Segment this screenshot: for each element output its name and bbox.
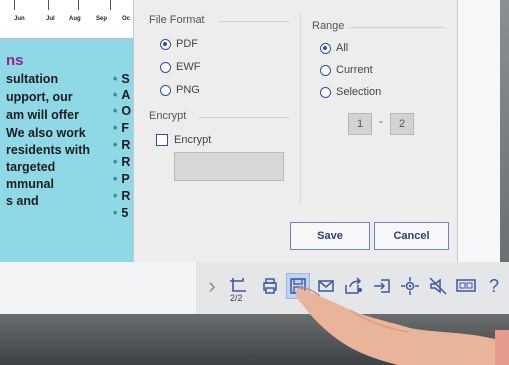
format-option-label: PDF (176, 38, 198, 50)
month-label: Aug (69, 16, 81, 22)
document-heading: ns (6, 52, 24, 69)
radio-icon (320, 64, 331, 76)
format-option-png[interactable]: PNG (160, 84, 200, 96)
radio-icon (320, 86, 331, 98)
checkbox-icon (156, 134, 168, 146)
file-format-title: File Format (149, 14, 205, 26)
range-option-label: Selection (336, 86, 382, 98)
radio-selected-icon (320, 42, 331, 54)
document-line: s and (6, 194, 39, 208)
month-label: Sep (96, 16, 108, 22)
divider (349, 27, 444, 28)
password-field[interactable] (174, 152, 284, 181)
range-from-field[interactable]: 1 (348, 113, 372, 135)
radio-icon (160, 84, 171, 96)
save-dialog: File Format PDF EWF PNG Encrypt Encrypt … (133, 0, 458, 263)
divider (219, 21, 289, 22)
page-counter: 2/2 (230, 293, 243, 303)
bullet-item: • R (113, 189, 131, 203)
bullet-item: • 5 (113, 206, 129, 220)
encrypt-label: Encrypt (174, 134, 212, 146)
document-line: upport, our (6, 90, 73, 104)
document-line: am will offer (6, 108, 79, 122)
bullet-item: • P (113, 172, 130, 186)
month-label: Oc (122, 16, 131, 22)
range-option-label: Current (336, 64, 373, 76)
divider (199, 117, 289, 118)
month-label: Jul (46, 16, 55, 22)
document-line: mmunal (6, 177, 54, 191)
encrypt-checkbox[interactable]: Encrypt (156, 134, 211, 146)
format-option-label: PNG (176, 84, 200, 96)
bullet-item: • O (113, 104, 132, 118)
document-line: We also work (6, 126, 86, 140)
print-icon[interactable] (258, 273, 282, 299)
bullet-item: • A (113, 88, 131, 102)
range-option-all[interactable]: All (320, 42, 348, 54)
save-button[interactable]: Save (290, 222, 370, 250)
format-option-pdf[interactable]: PDF (160, 38, 198, 50)
range-option-current[interactable]: Current (320, 64, 373, 76)
encrypt-title: Encrypt (149, 110, 187, 122)
document-line: targeted (6, 160, 56, 174)
range-option-label: All (336, 42, 349, 54)
bullet-item: • F (113, 121, 130, 135)
photo-scene: Jun Jul Aug Sep Oc ns sultation upport, … (0, 0, 509, 365)
range-title: Range (312, 20, 345, 32)
range-option-selection[interactable]: Selection (320, 86, 381, 98)
format-option-label: EWF (176, 61, 201, 73)
document-line: residents with (6, 143, 91, 157)
range-separator: - (379, 116, 383, 128)
screen-lower-area (0, 262, 196, 314)
bullet-item: • R (113, 155, 131, 169)
month-label: Jun (14, 16, 25, 22)
format-option-ewf[interactable]: EWF (160, 61, 200, 73)
bullet-item: • S (113, 72, 130, 86)
cancel-button[interactable]: Cancel (374, 222, 449, 250)
column-divider (300, 14, 301, 204)
radio-selected-icon (160, 38, 171, 50)
document-line: sultation (6, 72, 59, 86)
hand-image (295, 286, 509, 365)
range-to-field[interactable]: 2 (390, 113, 414, 135)
radio-icon (160, 61, 171, 73)
chevron-right-icon[interactable]: › (200, 273, 224, 299)
bullet-item: • R (113, 138, 131, 152)
